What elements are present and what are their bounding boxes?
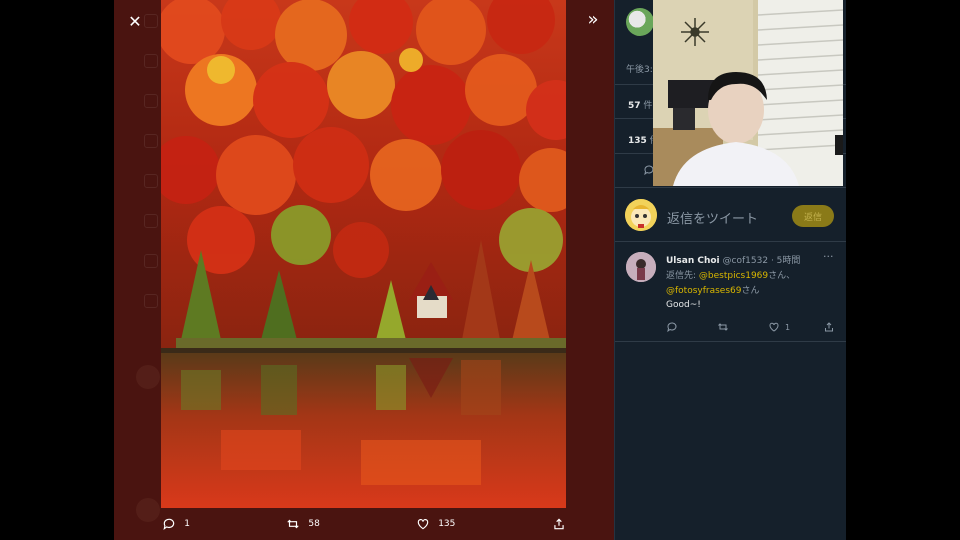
retweet-stat-count: 57 [628, 101, 641, 111]
author-avatar[interactable] [626, 8, 654, 36]
ghost-bookmarks-icon [144, 174, 158, 188]
ghost-messages-icon [144, 134, 158, 148]
reply-icon [667, 322, 677, 333]
reply-avatar-image [626, 252, 656, 282]
ghost-profile-icon [144, 254, 158, 268]
expand-panel-icon[interactable]: » [582, 8, 604, 30]
reply-share-button[interactable] [823, 321, 835, 333]
viewer-retweet-count: 58 [308, 519, 320, 529]
webcam-video-image [653, 0, 843, 186]
like-stat-count: 135 [628, 136, 647, 146]
share-icon [825, 322, 833, 332]
tweet-photo[interactable] [161, 0, 566, 508]
retweet-icon [718, 323, 728, 331]
divider [615, 341, 846, 342]
reply-text: Good~! [666, 300, 701, 310]
reply-composer-input[interactable]: 返信をツイート [667, 208, 758, 227]
close-icon[interactable]: ✕ [124, 10, 146, 32]
reply-like-count: 1 [785, 322, 791, 332]
autumn-lake-image [161, 0, 566, 508]
viewer-like-button[interactable]: 135 [416, 517, 455, 531]
reply-submit-button[interactable]: 返信 [792, 205, 834, 227]
reply-header: Ulsan Choi @cof1532 · 5時間 [666, 253, 800, 266]
mention-suffix: さん、 [768, 271, 796, 281]
reply-author-avatar[interactable] [626, 252, 656, 282]
tweet-time: 午後3: [626, 65, 653, 75]
retweet-icon [287, 519, 300, 529]
reply-author-handle[interactable]: @cof1532 [723, 256, 769, 266]
reply-author-name[interactable]: Ulsan Choi [666, 256, 720, 266]
reply-to-line-2: @fotosyfrases69さん [666, 283, 760, 296]
reply-time[interactable]: · 5時間 [771, 256, 800, 266]
viewer-action-bar: 1 58 135 [114, 508, 614, 540]
viewer-reply-button[interactable]: 1 [162, 517, 190, 531]
composer-avatar[interactable] [625, 199, 657, 231]
viewer-reply-count: 1 [184, 519, 190, 529]
viewer-like-count: 135 [438, 519, 456, 529]
share-icon [554, 518, 564, 530]
ghost-notifications-icon [144, 94, 158, 108]
ghost-tweet-button-icon [136, 365, 160, 389]
more-options-icon[interactable]: ··· [823, 250, 834, 263]
viewer-retweet-button[interactable]: 58 [286, 517, 320, 531]
heart-icon [769, 322, 779, 332]
divider [615, 241, 846, 242]
media-viewer: ✕ » 1 58 135 [114, 0, 614, 540]
reply-to-line: 返信先: @bestpics1969さん、 [666, 268, 795, 281]
mention-link[interactable]: @fotosyfrases69 [666, 286, 741, 296]
mention-link[interactable]: @bestpics1969 [699, 271, 768, 281]
ghost-explore-icon [144, 54, 158, 68]
cartoon-avatar-image [625, 199, 657, 231]
ghost-more-icon [144, 294, 158, 308]
divider [615, 187, 846, 188]
ghost-lists-icon [144, 214, 158, 228]
reply-reply-button[interactable] [666, 321, 678, 333]
mention-suffix: さん [741, 286, 760, 296]
reply-like-button[interactable]: 1 [768, 321, 790, 333]
reply-to-prefix: 返信先: [666, 271, 699, 281]
reply-retweet-button[interactable] [717, 321, 729, 333]
webcam-overlay [653, 0, 843, 186]
reply-icon [163, 518, 175, 531]
heart-icon [417, 519, 429, 530]
screen: ✕ » 1 58 135 午後3: 57 135 返信をツイート 返信 Ulsa… [0, 0, 960, 540]
ghost-home-icon [144, 14, 158, 28]
viewer-share-button[interactable] [552, 517, 566, 531]
